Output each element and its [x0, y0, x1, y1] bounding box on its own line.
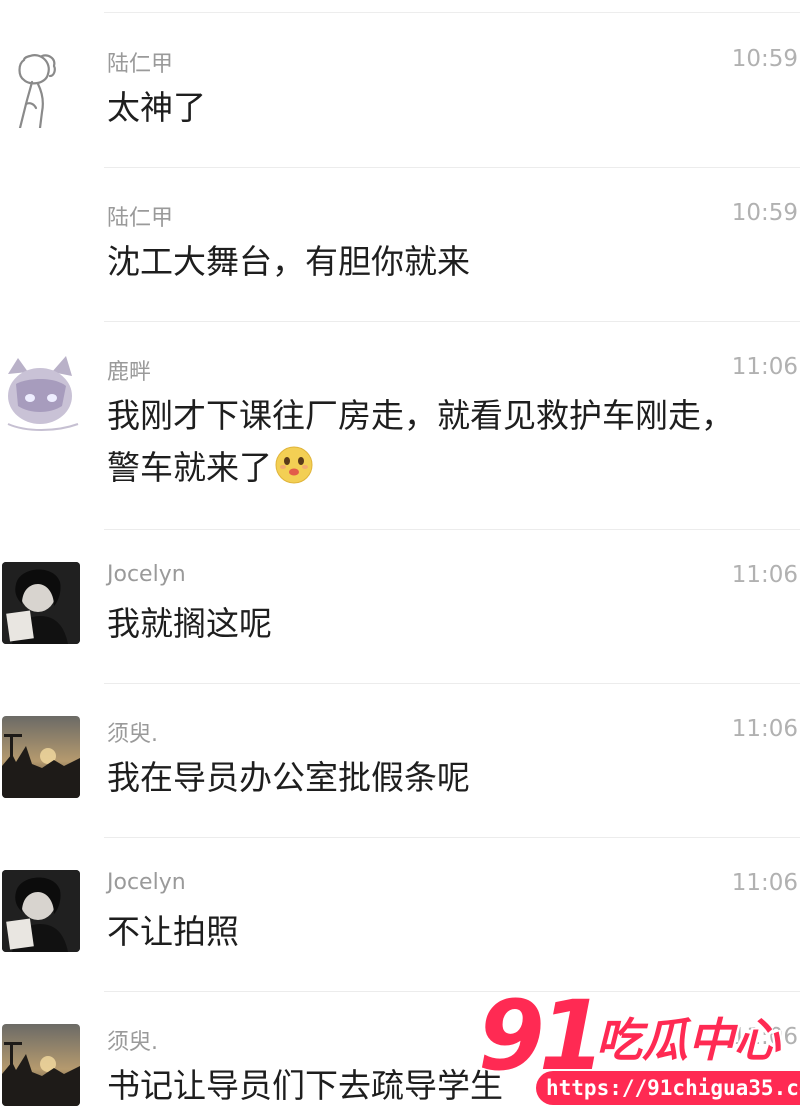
- sunset-avatar[interactable]: [2, 1024, 80, 1106]
- message-text: 太神了: [107, 88, 206, 127]
- chat-message[interactable]: 须臾. 11:06 我在导员办公室批假条呢: [0, 716, 800, 838]
- message-line: 我刚才下课往厂房走，就看见救护车刚走，: [107, 396, 734, 435]
- sender-name[interactable]: 须臾.: [107, 1024, 158, 1056]
- message-time: 11:06: [731, 562, 798, 588]
- sunset-avatar[interactable]: [2, 716, 80, 798]
- chat-message[interactable]: 陆仁甲 10:59 太神了: [0, 46, 800, 168]
- message-time: 10:59: [731, 200, 798, 226]
- message-text: 我刚才下课往厂房走，就看见救护车刚走， 警车就来了: [107, 390, 770, 494]
- portrait-avatar[interactable]: [2, 562, 80, 644]
- message-time: 11:06: [731, 870, 798, 896]
- chat-message[interactable]: 陆仁甲 10:59 沈工大舞台，有胆你就来: [0, 200, 800, 322]
- message-time: 11:06: [731, 716, 798, 742]
- sender-name[interactable]: 陆仁甲: [107, 200, 173, 232]
- divider: [104, 321, 800, 322]
- divider: [104, 12, 800, 13]
- sender-name[interactable]: 鹿畔: [107, 354, 151, 386]
- portrait-avatar[interactable]: [2, 870, 80, 952]
- divider: [104, 167, 800, 168]
- message-text: 我在导员办公室批假条呢: [107, 758, 470, 797]
- chat-message[interactable]: 鹿畔 11:06 我刚才下课往厂房走，就看见救护车刚走， 警车就来了: [0, 354, 800, 530]
- watermark-name: 吃瓜中心: [596, 1013, 780, 1067]
- message-text: 沈工大舞台，有胆你就来: [107, 242, 470, 281]
- sender-name[interactable]: 陆仁甲: [107, 46, 173, 78]
- sender-name[interactable]: Jocelyn: [107, 562, 186, 587]
- message-time: 10:59: [731, 46, 798, 72]
- message-text: 不让拍照: [107, 912, 239, 951]
- divider: [104, 837, 800, 838]
- message-text: 我就搁这呢: [107, 604, 272, 643]
- sender-name[interactable]: 须臾.: [107, 716, 158, 748]
- sender-name[interactable]: Jocelyn: [107, 870, 186, 895]
- sketch-avatar[interactable]: [2, 46, 80, 128]
- message-line: 警车就来了: [107, 442, 770, 494]
- divider: [104, 529, 800, 530]
- message-line-text: 警车就来了: [107, 448, 272, 487]
- watermark-url[interactable]: https://91chigua35.com: [536, 1071, 800, 1105]
- cat-avatar[interactable]: [2, 354, 80, 436]
- chat-message[interactable]: Jocelyn 11:06 我就搁这呢: [0, 562, 800, 684]
- chat-history: 陆仁甲 10:59 太神了 陆仁甲 10:59 沈工大舞台，有胆你就来 鹿畔 1…: [0, 0, 800, 1119]
- watermark: 91 吃瓜中心 https://91chigua35.com: [478, 986, 800, 1116]
- divider: [104, 683, 800, 684]
- chat-message[interactable]: Jocelyn 11:06 不让拍照: [0, 870, 800, 992]
- drooling-face-emoji: [275, 446, 313, 484]
- message-time: 11:06: [731, 354, 798, 380]
